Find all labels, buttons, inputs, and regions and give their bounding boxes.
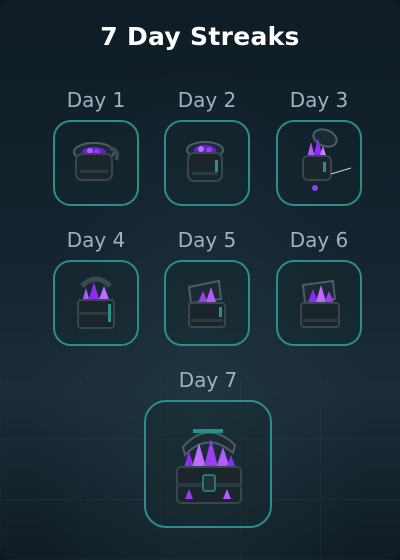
day-7-reward[interactable]: Day 7 bbox=[144, 368, 272, 528]
gem-crate-icon bbox=[77, 276, 115, 329]
day-4-reward[interactable]: Day 4 bbox=[46, 228, 146, 346]
day-4-label: Day 4 bbox=[66, 228, 126, 252]
day-1-reward[interactable]: Day 1 bbox=[46, 88, 146, 206]
day-2-tile[interactable] bbox=[164, 120, 250, 206]
day-7-label: Day 7 bbox=[178, 368, 238, 392]
day-5-label: Day 5 bbox=[177, 228, 237, 252]
small-gem-jar-icon bbox=[186, 141, 224, 182]
panel-title: 7 Day Streaks bbox=[100, 22, 300, 51]
day-3-reward[interactable]: Day 3 bbox=[269, 88, 369, 206]
day-1-label: Day 1 bbox=[66, 88, 126, 112]
day-6-tile[interactable] bbox=[276, 260, 362, 346]
day-1-tile[interactable] bbox=[53, 120, 139, 206]
day-2-label: Day 2 bbox=[177, 88, 237, 112]
day-6-label: Day 6 bbox=[289, 228, 349, 252]
day-5-reward[interactable]: Day 5 bbox=[157, 228, 257, 346]
day-3-label: Day 3 bbox=[289, 88, 349, 112]
gem-chest-icon bbox=[176, 429, 242, 504]
day-7-tile[interactable] bbox=[144, 400, 272, 528]
day-5-tile[interactable] bbox=[164, 260, 250, 346]
day-3-tile[interactable] bbox=[276, 120, 362, 206]
gem-box-icon bbox=[300, 279, 340, 328]
day-4-tile[interactable] bbox=[53, 260, 139, 346]
small-gem-jar-icon bbox=[73, 142, 120, 181]
daily-streak-panel: 7 Day Streaks Day 1 Day 2 Day 3 Day 4 Da… bbox=[0, 0, 400, 560]
day-6-reward[interactable]: Day 6 bbox=[269, 228, 369, 346]
gem-box-icon bbox=[187, 279, 226, 328]
open-gem-jar-icon bbox=[302, 128, 351, 191]
day-2-reward[interactable]: Day 2 bbox=[157, 88, 257, 206]
